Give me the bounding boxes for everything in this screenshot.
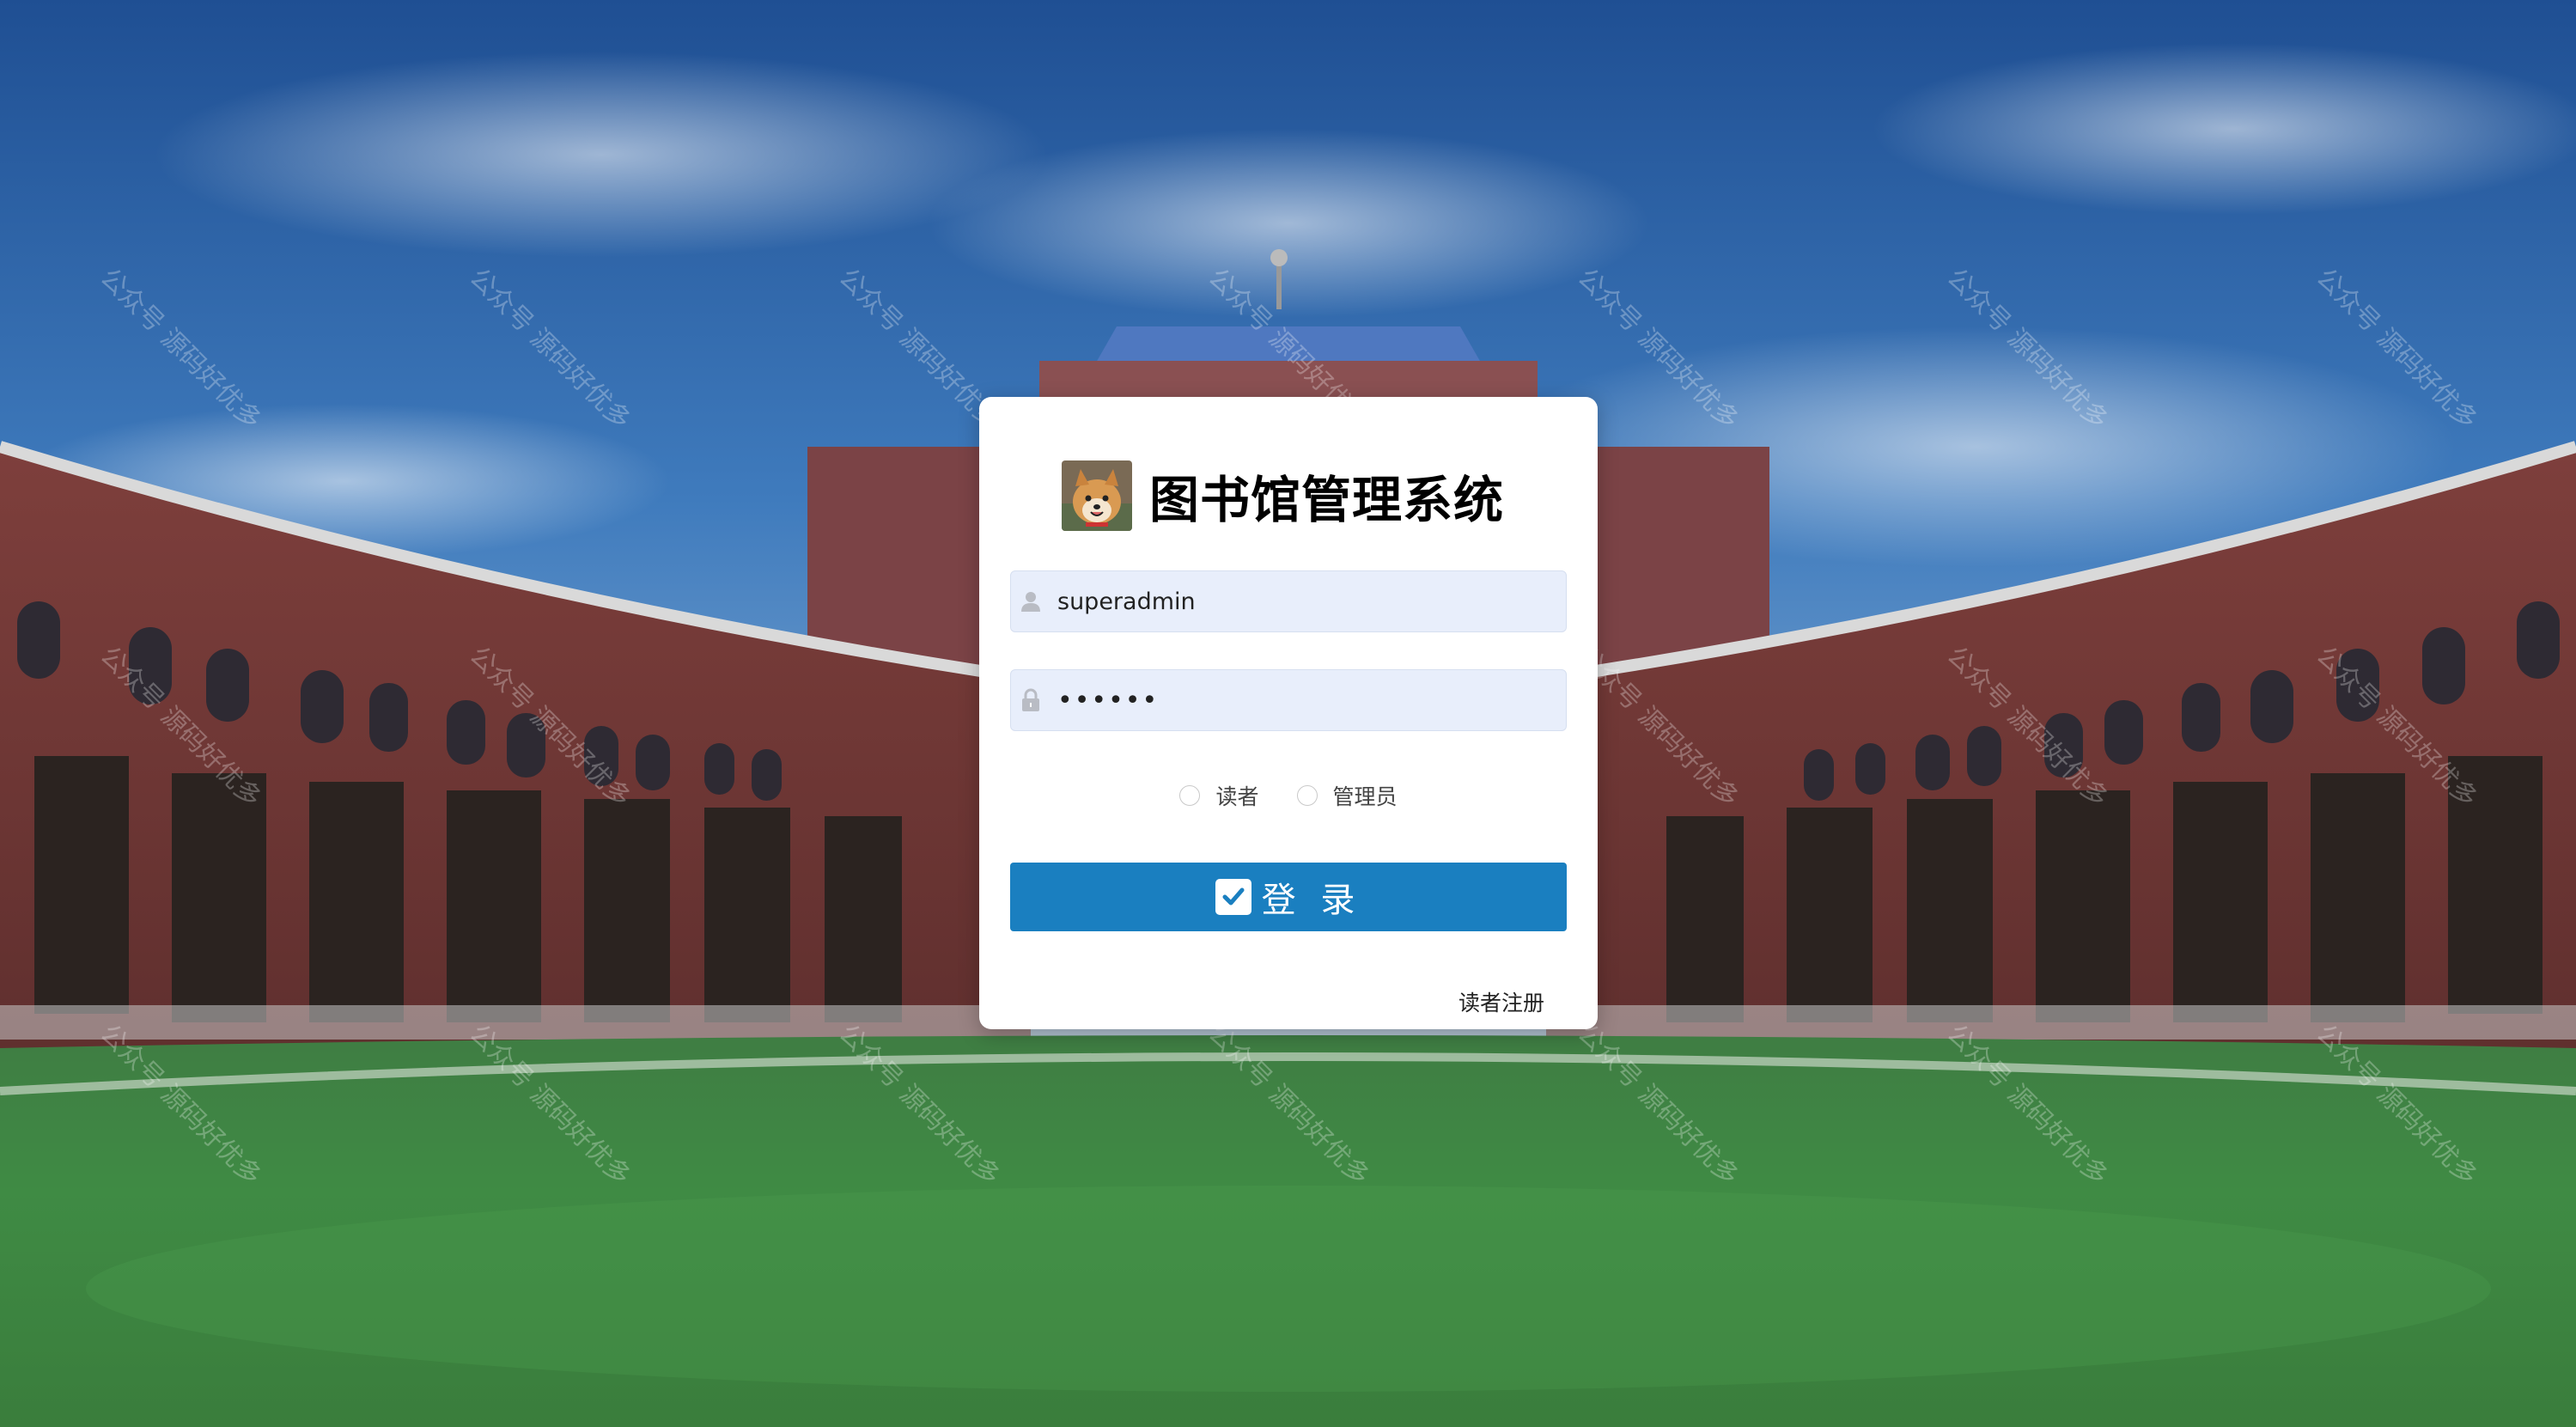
role-option-reader[interactable]: 读者 (1179, 780, 1259, 811)
password-input[interactable] (1056, 684, 1540, 717)
logo-avatar (1062, 460, 1132, 531)
username-input[interactable] (1056, 587, 1540, 616)
login-card: 图书馆管理系统 读者 (979, 397, 1598, 1029)
reader-radio[interactable] (1179, 785, 1201, 806)
login-button[interactable]: 登 录 (1010, 863, 1567, 931)
user-icon (1020, 589, 1042, 613)
reader-radio-label: 读者 (1215, 784, 1259, 809)
lock-icon (1020, 688, 1042, 712)
reader-register-link[interactable]: 读者注册 (1459, 986, 1544, 1017)
app-title: 图书馆管理系统 (1149, 471, 1505, 529)
role-selector: 读者 管理员 (979, 780, 1598, 811)
username-field[interactable] (1010, 570, 1567, 632)
password-field[interactable] (1010, 669, 1567, 731)
login-page: 公众号 源码好优多 公众号 源码好优多 公众号 源码好优多 公众号 源码好优多 … (0, 0, 2576, 1427)
admin-radio[interactable] (1296, 785, 1318, 806)
role-option-admin[interactable]: 管理员 (1296, 780, 1398, 811)
checkbox-check-icon (1215, 879, 1251, 915)
login-button-label: 登 录 (1261, 881, 1362, 920)
app-header: 图书馆管理系统 (1062, 459, 1504, 533)
admin-radio-label: 管理员 (1332, 784, 1398, 809)
